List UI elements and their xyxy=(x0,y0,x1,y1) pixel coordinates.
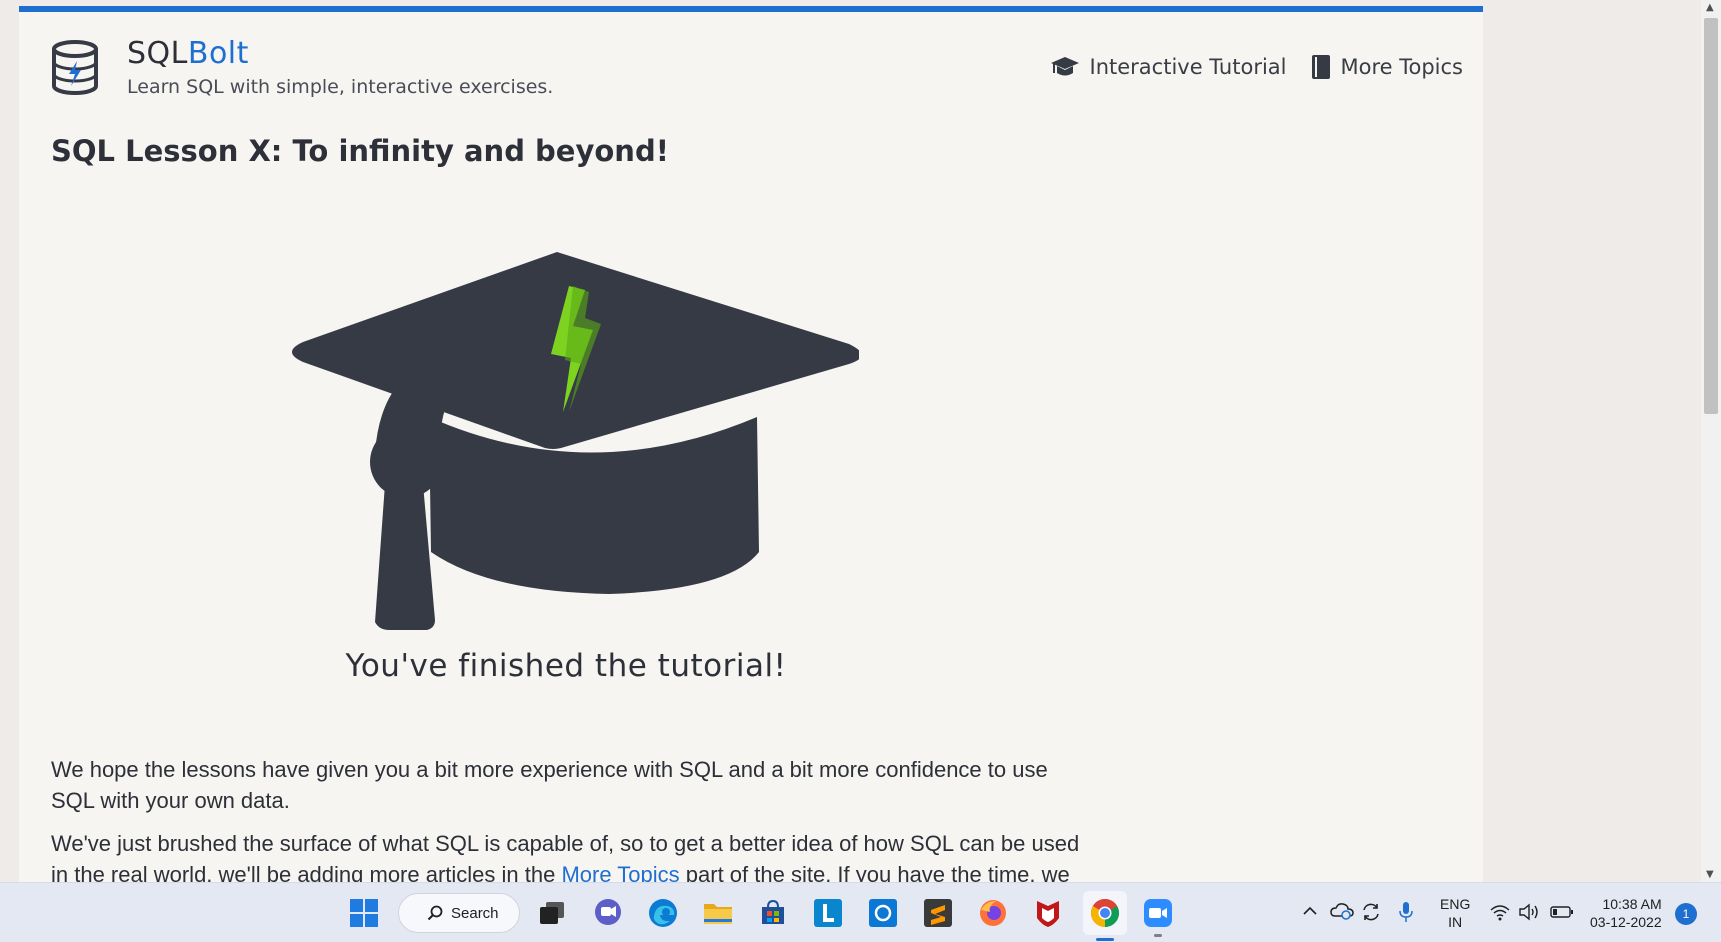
finished-message: You've finished the tutorial! xyxy=(51,648,1081,684)
clock[interactable]: 10:38 AM 03-12-2022 xyxy=(1590,895,1662,931)
graduation-cap-icon xyxy=(1050,57,1079,76)
zoom-icon[interactable] xyxy=(1140,895,1176,937)
paragraph-intro: We hope the lessons have given you a bit… xyxy=(51,757,1048,813)
sublime-text-icon[interactable] xyxy=(920,895,956,931)
show-hidden-icons-chevron-up-icon[interactable] xyxy=(1302,903,1318,924)
database-logo-icon[interactable] xyxy=(51,40,99,96)
lesson-title: SQL Lesson X: To infinity and beyond! xyxy=(51,134,669,168)
search-icon xyxy=(427,905,443,921)
site-brand[interactable]: SQLBolt xyxy=(127,36,249,71)
site-header: SQLBolt Learn SQL with simple, interacti… xyxy=(19,12,1483,108)
page: SQLBolt Learn SQL with simple, interacti… xyxy=(19,6,1483,882)
paragraph-more-text-after: part of the site. If you have the time, … xyxy=(679,862,1070,882)
cortana-app-icon[interactable] xyxy=(865,895,901,931)
taskbar-search-button[interactable]: Search xyxy=(398,893,520,933)
scrollbar-thumb[interactable] xyxy=(1704,18,1718,414)
region-code: IN xyxy=(1448,914,1463,930)
linkedin-learning-icon[interactable] xyxy=(810,895,846,931)
chrome-icon[interactable] xyxy=(1083,891,1127,941)
sync-refresh-icon[interactable] xyxy=(1360,901,1382,928)
more-topics-link[interactable]: More Topics xyxy=(561,862,679,882)
firefox-icon[interactable] xyxy=(975,895,1011,931)
nav-more-topics[interactable]: More Topics xyxy=(1311,54,1464,80)
clock-date: 03-12-2022 xyxy=(1590,914,1662,930)
zoom-running-indicator xyxy=(1154,934,1162,937)
brand-accent: Bolt xyxy=(187,36,249,71)
notification-count-badge[interactable]: 1 xyxy=(1675,903,1697,925)
microsoft-store-icon[interactable] xyxy=(755,895,791,931)
top-nav: Interactive Tutorial More Topics xyxy=(1050,54,1464,80)
nav-interactive-tutorial-label: Interactive Tutorial xyxy=(1089,55,1287,79)
language-indicator[interactable]: ENG IN xyxy=(1440,895,1470,931)
onedrive-sync-icon[interactable] xyxy=(1330,901,1354,926)
chrome-active-indicator xyxy=(1096,938,1114,941)
edge-browser-icon[interactable] xyxy=(645,895,681,931)
book-icon xyxy=(1311,55,1330,79)
teams-chat-icon[interactable] xyxy=(590,895,626,931)
battery-icon[interactable] xyxy=(1550,905,1574,924)
nav-more-topics-label: More Topics xyxy=(1340,55,1464,79)
graduation-cap-bolt-illustration xyxy=(292,252,859,630)
paragraph-more: We've just brushed the surface of what S… xyxy=(51,828,1091,882)
browser-viewport: SQLBolt Learn SQL with simple, interacti… xyxy=(0,0,1721,882)
volume-icon[interactable] xyxy=(1518,903,1540,926)
mcafee-icon[interactable] xyxy=(1030,895,1066,931)
wifi-icon[interactable] xyxy=(1490,903,1510,926)
file-explorer-icon[interactable] xyxy=(700,895,736,931)
taskbar-search-label: Search xyxy=(451,904,499,922)
microphone-icon[interactable] xyxy=(1398,901,1414,928)
nav-interactive-tutorial[interactable]: Interactive Tutorial xyxy=(1050,55,1287,79)
vertical-scrollbar[interactable]: ▲ ▼ xyxy=(1701,0,1721,882)
site-tagline: Learn SQL with simple, interactive exerc… xyxy=(127,76,554,98)
windows-taskbar: Search ENG IN 10:38 AM 03-12-2022 1 xyxy=(0,882,1721,942)
scroll-up-arrow-icon[interactable]: ▲ xyxy=(1706,2,1714,13)
windows-start-icon[interactable] xyxy=(346,895,382,931)
finished-text: You've finished the tutorial! xyxy=(345,648,787,684)
scroll-down-arrow-icon[interactable]: ▼ xyxy=(1706,869,1714,880)
language-code: ENG xyxy=(1440,896,1471,912)
task-view-icon[interactable] xyxy=(534,895,570,931)
clock-time: 10:38 AM xyxy=(1602,896,1662,912)
brand-main: SQL xyxy=(127,36,188,71)
